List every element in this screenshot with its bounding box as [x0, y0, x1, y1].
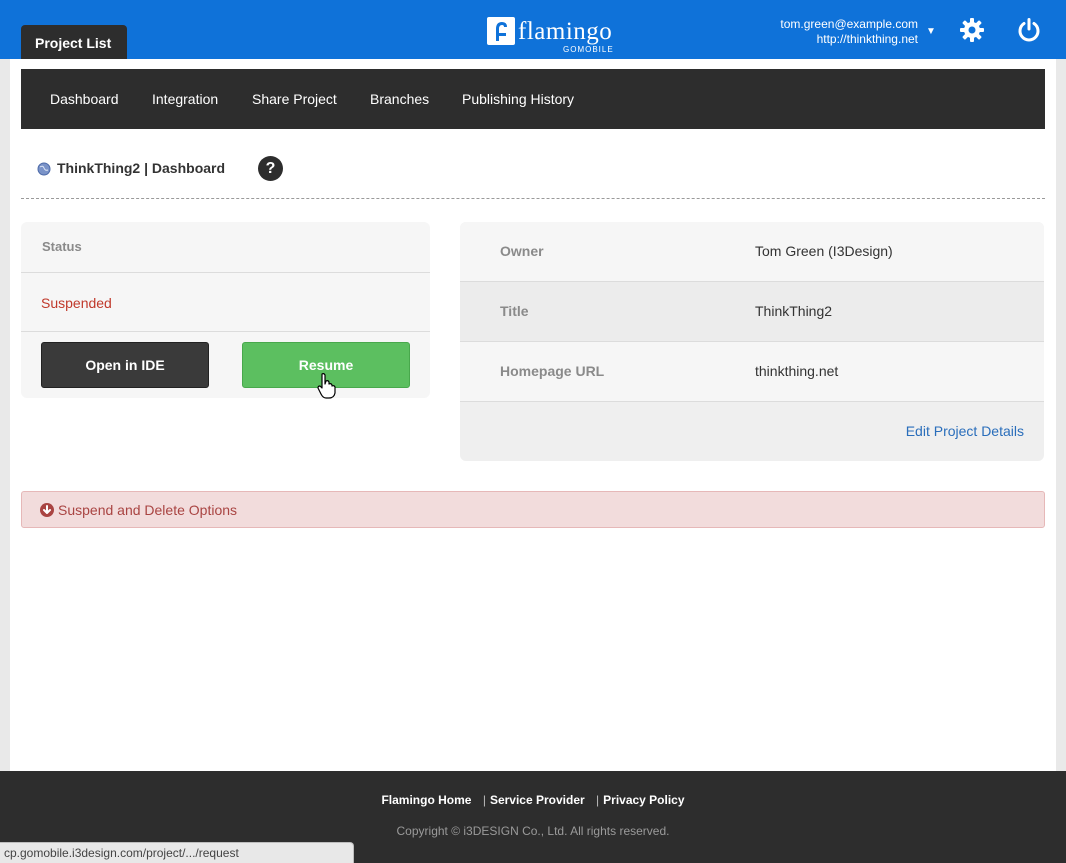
open-in-ide-button[interactable]: Open in IDE	[41, 342, 209, 388]
status-value: Suspended	[41, 295, 112, 311]
footer-link-service-provider[interactable]: Service Provider	[490, 793, 585, 807]
nav-share-project[interactable]: Share Project	[252, 91, 337, 107]
footer-separator: |	[482, 793, 486, 807]
footer-links: Flamingo Home | Service Provider | Privacy…	[0, 793, 1066, 807]
resume-button[interactable]: Resume	[242, 342, 410, 388]
flamingo-logo[interactable]: flamingo GOMOBILE	[487, 17, 617, 55]
detail-label: Homepage URL	[500, 363, 605, 379]
power-icon[interactable]	[1016, 17, 1042, 43]
divider	[21, 331, 430, 332]
suspend-delete-options-toggle[interactable]: Suspend and Delete Options	[21, 491, 1045, 528]
globe-icon	[37, 162, 51, 176]
suspend-delete-label: Suspend and Delete Options	[58, 502, 238, 518]
nav-integration[interactable]: Integration	[152, 91, 218, 107]
status-card: Status Suspended Open in IDE Resume	[21, 222, 430, 398]
tab-project-list[interactable]: Project List	[21, 25, 127, 59]
footer-link-privacy-policy[interactable]: Privacy Policy	[603, 793, 684, 807]
divider	[21, 198, 1045, 199]
detail-value: Tom Green (I3Design)	[755, 243, 893, 259]
detail-label: Owner	[500, 243, 544, 259]
status-label: Status	[42, 239, 82, 254]
account-email: tom.green@example.com	[780, 17, 918, 31]
detail-row-owner: Owner Tom Green (I3Design)	[460, 222, 1044, 282]
logo-subtext: GOMOBILE	[563, 45, 614, 54]
detail-value: thinkthing.net	[755, 363, 839, 379]
page-title: ThinkThing2 | Dashboard	[57, 160, 226, 176]
logo-text: flamingo	[518, 18, 613, 45]
account-url: http://thinkthing.net	[816, 32, 918, 46]
copyright: Copyright © i3DESIGN Co., Ltd. All right…	[396, 824, 670, 838]
top-bar: Project List flamingo GOMOBILE tom.green…	[0, 0, 1066, 59]
divider	[21, 272, 430, 273]
gear-icon[interactable]	[959, 17, 985, 43]
project-details-card: Owner Tom Green (I3Design) Title ThinkTh…	[460, 222, 1044, 461]
nav-branches[interactable]: Branches	[370, 91, 429, 107]
footer-separator: |	[596, 793, 600, 807]
nav-publishing-history[interactable]: Publishing History	[462, 91, 574, 107]
flamingo-logo-mark-icon	[487, 17, 515, 45]
detail-value: ThinkThing2	[755, 303, 833, 319]
help-icon[interactable]: ?	[258, 156, 283, 181]
main-panel: Dashboard Integration Share Project Bran…	[10, 59, 1056, 771]
detail-label: Title	[500, 303, 529, 319]
arrow-down-circle-icon	[40, 503, 54, 517]
browser-status-url: cp.gomobile.i3design.com/project/.../req…	[0, 842, 354, 863]
edit-project-details-link[interactable]: Edit Project Details	[906, 423, 1024, 439]
detail-row-title: Title ThinkThing2	[460, 282, 1044, 342]
chevron-down-icon[interactable]: ▼	[926, 26, 936, 37]
account-menu[interactable]: tom.green@example.com http://thinkthing.…	[780, 17, 918, 47]
project-nav: Dashboard Integration Share Project Bran…	[21, 69, 1045, 129]
footer-link-flamingo-home[interactable]: Flamingo Home	[381, 793, 471, 807]
detail-row-homepage-url: Homepage URL thinkthing.net	[460, 342, 1044, 402]
nav-dashboard[interactable]: Dashboard	[50, 91, 119, 107]
